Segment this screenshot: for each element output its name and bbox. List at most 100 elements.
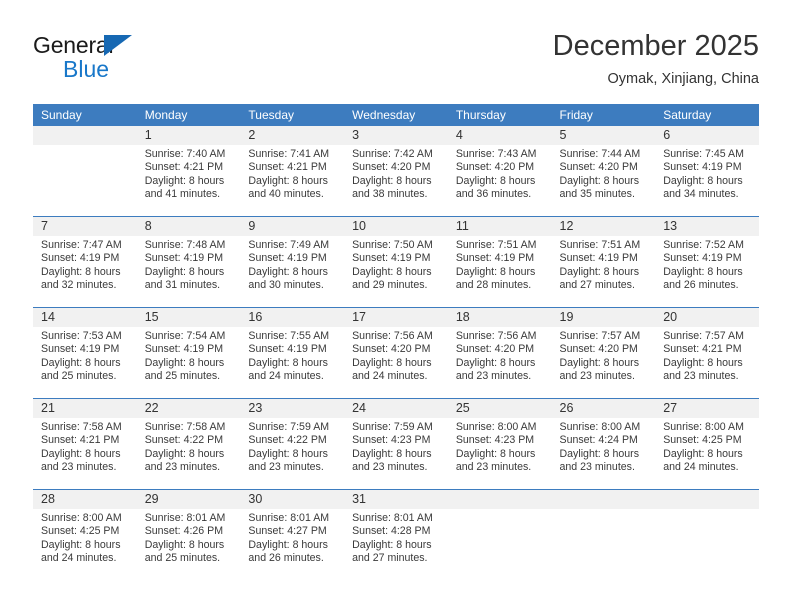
sunrise-text: Sunrise: 7:59 AM (248, 421, 330, 433)
day-number: 29 (136, 490, 241, 509)
day-number: 12 (551, 217, 656, 236)
calendar-day-cell[interactable]: 11 Sunrise: 7:51 AM Sunset: 4:19 PM Dayligh… (447, 216, 552, 308)
generalblue-logo[interactable]: General Blue (33, 32, 233, 88)
calendar-day-cell[interactable]: 13 Sunrise: 7:52 AM Sunset: 4:19 PM Dayligh… (655, 216, 759, 308)
daylight-text-line2: and 23 minutes. (663, 370, 739, 383)
logo-text-general: General (33, 32, 114, 58)
sunset-text: Sunset: 4:25 PM (41, 525, 120, 538)
daylight-text-line1: Daylight: 8 hours (455, 447, 536, 460)
sunrise-text: Sunrise: 7:48 AM (144, 239, 226, 251)
calendar-day-cell[interactable]: 17 Sunrise: 7:56 AM Sunset: 4:20 PM Dayligh… (344, 307, 448, 399)
calendar-day-cell[interactable]: 27 Sunrise: 8:00 AM Sunset: 4:25 PM Dayligh… (655, 398, 759, 490)
day-cell-inner: 31 Sunrise: 8:01 AM Sunset: 4:28 PM Dayligh… (344, 490, 448, 580)
daylight-text-line2: and 32 minutes. (41, 279, 117, 292)
calendar-day-cell[interactable]: 9 Sunrise: 7:49 AM Sunset: 4:19 PM Daylight… (240, 216, 345, 308)
day-details: Sunrise: 8:01 AM Sunset: 4:26 PM Daylight:… (137, 509, 241, 566)
day-details: Sunrise: 7:54 AM Sunset: 4:19 PM Daylight:… (137, 327, 241, 384)
calendar-day-cell[interactable]: 30 Sunrise: 8:01 AM Sunset: 4:27 PM Dayligh… (240, 489, 345, 580)
page-title: December 2025 (552, 30, 759, 62)
sunset-text: Sunset: 4:21 PM (41, 434, 120, 447)
daylight-text-line1: Daylight: 8 hours (663, 265, 743, 278)
calendar-day-cell[interactable]: 5 Sunrise: 7:44 AM Sunset: 4:20 PM Daylight… (551, 126, 656, 217)
calendar-day-cell[interactable]: 3 Sunrise: 7:42 AM Sunset: 4:20 PM Daylight… (344, 126, 448, 217)
day-number: 16 (240, 308, 345, 327)
calendar-day-cell[interactable]: 18 Sunrise: 7:56 AM Sunset: 4:20 PM Dayligh… (447, 307, 552, 399)
day-details: Sunrise: 7:41 AM Sunset: 4:21 PM Daylight:… (240, 145, 344, 202)
daylight-text-line1: Daylight: 8 hours (559, 265, 640, 278)
day-number: 15 (136, 308, 241, 327)
sunrise-text: Sunrise: 7:51 AM (559, 239, 641, 251)
calendar-day-cell[interactable]: 7 Sunrise: 7:47 AM Sunset: 4:19 PM Daylight… (33, 216, 137, 308)
day-number: 18 (447, 308, 552, 327)
day-number: 1 (136, 126, 241, 145)
daylight-text-line2: and 29 minutes. (352, 279, 428, 292)
day-details: Sunrise: 7:55 AM Sunset: 4:19 PM Daylight:… (240, 327, 344, 384)
calendar-day-cell[interactable]: 23 Sunrise: 7:59 AM Sunset: 4:22 PM Dayligh… (240, 398, 345, 490)
sunrise-text: Sunrise: 7:41 AM (248, 148, 330, 160)
day-cell-inner: 20 Sunrise: 7:57 AM Sunset: 4:21 PM Dayligh… (655, 308, 759, 398)
day-number: 26 (551, 399, 656, 418)
daylight-text-line1: Daylight: 8 hours (663, 356, 743, 369)
day-cell-inner: 19 Sunrise: 7:57 AM Sunset: 4:20 PM Dayligh… (551, 308, 656, 398)
day-number: 17 (344, 308, 448, 327)
sunset-text: Sunset: 4:22 PM (144, 434, 224, 447)
calendar-day-cell[interactable]: 2 Sunrise: 7:41 AM Sunset: 4:21 PM Daylight… (240, 126, 345, 217)
calendar-day-cell[interactable]: 29 Sunrise: 8:01 AM Sunset: 4:26 PM Dayligh… (136, 489, 241, 580)
calendar-day-cell[interactable]: 1 Sunrise: 7:40 AM Sunset: 4:21 PM Daylight… (136, 126, 241, 217)
day-number: 27 (655, 399, 759, 418)
calendar-day-cell[interactable]: 22 Sunrise: 7:58 AM Sunset: 4:22 PM Dayligh… (136, 398, 241, 490)
daylight-text-line1: Daylight: 8 hours (352, 265, 432, 278)
calendar-week-row: 28 Sunrise: 8:00 AM Sunset: 4:25 PM Dayligh… (33, 489, 759, 580)
calendar-day-cell[interactable]: 15 Sunrise: 7:54 AM Sunset: 4:19 PM Dayligh… (136, 307, 241, 399)
day-details (33, 145, 137, 148)
day-number (655, 490, 759, 509)
calendar-day-cell[interactable]: 26 Sunrise: 8:00 AM Sunset: 4:24 PM Dayligh… (551, 398, 656, 490)
calendar-day-cell[interactable]: 31 Sunrise: 8:01 AM Sunset: 4:28 PM Dayligh… (344, 489, 448, 580)
calendar-day-cell[interactable]: 21 Sunrise: 7:58 AM Sunset: 4:21 PM Dayligh… (33, 398, 137, 490)
weekday-header-monday: Monday (136, 104, 241, 126)
day-details: Sunrise: 8:00 AM Sunset: 4:25 PM Daylight:… (33, 509, 137, 566)
weekday-header-tuesday: Tuesday (240, 104, 345, 126)
day-details: Sunrise: 7:49 AM Sunset: 4:19 PM Daylight:… (240, 236, 344, 293)
sunset-text: Sunset: 4:19 PM (248, 343, 327, 356)
sunrise-text: Sunrise: 7:40 AM (144, 148, 226, 160)
calendar-day-cell[interactable]: 20 Sunrise: 7:57 AM Sunset: 4:21 PM Dayligh… (655, 307, 759, 399)
calendar-day-cell[interactable]: 24 Sunrise: 7:59 AM Sunset: 4:23 PM Dayligh… (344, 398, 448, 490)
calendar-day-cell[interactable]: 8 Sunrise: 7:48 AM Sunset: 4:19 PM Daylight… (136, 216, 241, 308)
sunrise-text: Sunrise: 7:59 AM (352, 421, 433, 433)
sunset-text: Sunset: 4:20 PM (559, 161, 638, 174)
sunrise-text: Sunrise: 8:00 AM (455, 421, 537, 433)
day-number: 21 (33, 399, 137, 418)
day-cell-inner: 2 Sunrise: 7:41 AM Sunset: 4:21 PM Daylight… (240, 126, 345, 216)
day-cell-inner (551, 490, 656, 580)
page-header: General Blue December 2025 Oymak, Xinjia… (33, 28, 759, 96)
calendar-week-row: 14 Sunrise: 7:53 AM Sunset: 4:19 PM Dayligh… (33, 307, 759, 399)
calendar-day-cell[interactable]: 10 Sunrise: 7:50 AM Sunset: 4:19 PM Dayligh… (344, 216, 448, 308)
calendar-day-cell[interactable]: 6 Sunrise: 7:45 AM Sunset: 4:19 PM Daylight… (655, 126, 759, 217)
sunset-text: Sunset: 4:19 PM (559, 252, 638, 265)
calendar-day-cell[interactable]: 28 Sunrise: 8:00 AM Sunset: 4:25 PM Dayligh… (33, 489, 137, 580)
sunset-text: Sunset: 4:19 PM (352, 252, 431, 265)
logo-text-blue: Blue (63, 56, 110, 82)
calendar-day-cell[interactable]: 12 Sunrise: 7:51 AM Sunset: 4:19 PM Dayligh… (551, 216, 656, 308)
day-number: 31 (344, 490, 448, 509)
calendar-day-cell-empty (551, 489, 656, 580)
day-cell-inner: 17 Sunrise: 7:56 AM Sunset: 4:20 PM Dayligh… (344, 308, 448, 398)
day-cell-inner: 3 Sunrise: 7:42 AM Sunset: 4:20 PM Daylight… (344, 126, 448, 216)
daylight-text-line2: and 25 minutes. (144, 370, 221, 383)
sunset-text: Sunset: 4:27 PM (248, 525, 327, 538)
day-cell-inner: 11 Sunrise: 7:51 AM Sunset: 4:19 PM Dayligh… (447, 217, 552, 307)
day-number: 14 (33, 308, 137, 327)
calendar-day-cell[interactable]: 4 Sunrise: 7:43 AM Sunset: 4:20 PM Daylight… (447, 126, 552, 217)
calendar-day-cell[interactable]: 14 Sunrise: 7:53 AM Sunset: 4:19 PM Dayligh… (33, 307, 137, 399)
calendar-day-cell[interactable]: 19 Sunrise: 7:57 AM Sunset: 4:20 PM Dayligh… (551, 307, 656, 399)
daylight-text-line1: Daylight: 8 hours (352, 447, 432, 460)
day-cell-inner: 9 Sunrise: 7:49 AM Sunset: 4:19 PM Daylight… (240, 217, 345, 307)
sunrise-text: Sunrise: 7:44 AM (559, 148, 641, 160)
day-details: Sunrise: 7:53 AM Sunset: 4:19 PM Daylight:… (33, 327, 137, 384)
sunset-text: Sunset: 4:28 PM (352, 525, 431, 538)
calendar-day-cell[interactable]: 16 Sunrise: 7:55 AM Sunset: 4:19 PM Dayligh… (240, 307, 345, 399)
daylight-text-line1: Daylight: 8 hours (41, 356, 121, 369)
day-number: 25 (447, 399, 552, 418)
calendar-day-cell[interactable]: 25 Sunrise: 8:00 AM Sunset: 4:23 PM Dayligh… (447, 398, 552, 490)
